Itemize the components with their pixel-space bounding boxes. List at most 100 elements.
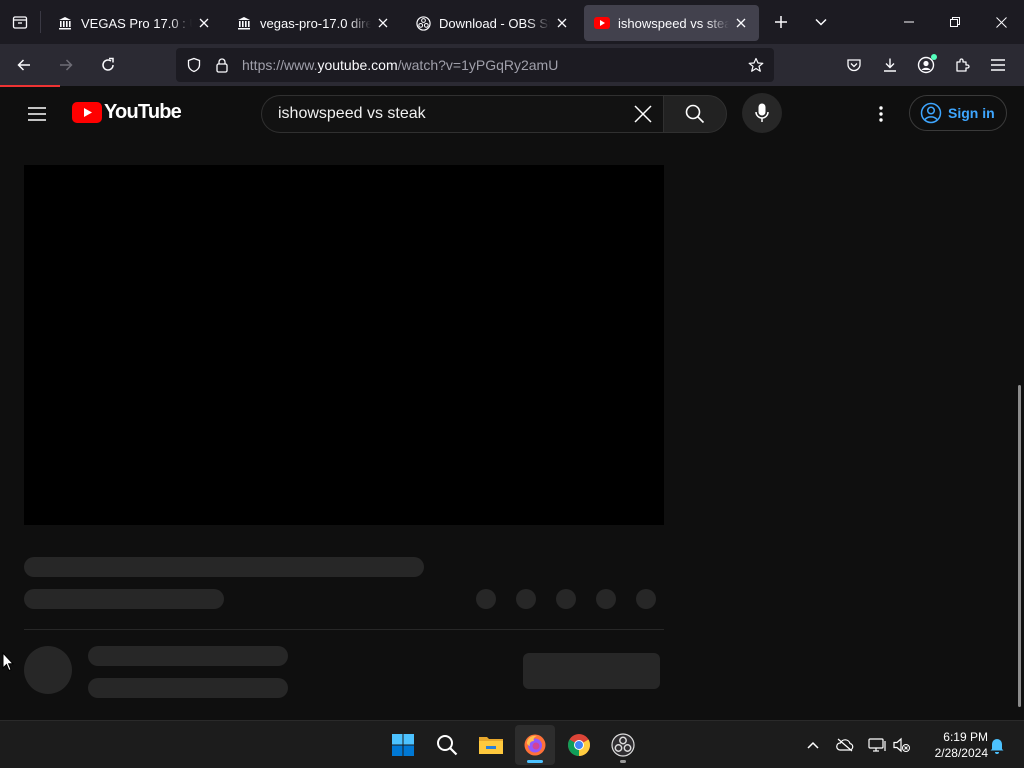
list-all-tabs-button[interactable] (801, 0, 841, 44)
bookmark-star-icon[interactable] (742, 48, 770, 82)
close-window-button[interactable] (978, 0, 1024, 44)
video-player[interactable] (24, 165, 664, 525)
network-tray[interactable] (865, 733, 889, 757)
reload-icon (102, 57, 114, 71)
pocket-button[interactable] (836, 47, 872, 83)
tracking-protection-shield-icon[interactable] (180, 48, 208, 82)
page-scrollbar[interactable] (1018, 385, 1021, 707)
minimize-icon (904, 21, 914, 23)
firefox-view-button[interactable] (0, 0, 40, 44)
search-button[interactable] (663, 95, 727, 133)
youtube-masthead: YouTube Sign in (0, 87, 1024, 141)
close-tab-icon[interactable] (733, 15, 749, 31)
show-hidden-icons-button[interactable] (801, 733, 825, 757)
notifications-button[interactable] (985, 733, 1009, 757)
minimize-button[interactable] (886, 0, 932, 44)
action-skeleton-dot (476, 589, 496, 609)
lock-icon[interactable] (208, 48, 236, 82)
firefox-icon (524, 734, 546, 756)
account-button[interactable] (908, 47, 944, 83)
close-icon (634, 105, 652, 123)
youtube-icon (594, 15, 610, 31)
toolbar-actions (836, 47, 1016, 83)
hamburger-menu-icon (991, 59, 1005, 71)
obs-icon (611, 733, 635, 757)
guide-menu-button[interactable] (20, 97, 54, 131)
chevron-up-icon (807, 741, 819, 749)
metadata-skeleton (24, 589, 224, 609)
app-menu-button[interactable] (980, 47, 1016, 83)
windows-start-icon (392, 734, 414, 756)
clock-date: 2/28/2024 (934, 746, 988, 760)
back-button[interactable] (6, 47, 42, 83)
channel-avatar-skeleton (24, 646, 72, 694)
channel-subs-skeleton (88, 678, 288, 698)
downloads-button[interactable] (872, 47, 908, 83)
close-tab-icon[interactable] (196, 15, 212, 31)
action-skeleton-dot (596, 589, 616, 609)
tab-vegas-pro-unknown[interactable]: VEGAS Pro 17.0 : Unknown (47, 5, 222, 41)
channel-name-skeleton (88, 646, 288, 666)
tab-youtube-active[interactable]: ishowspeed vs steak - YouTube (584, 5, 759, 41)
voice-search-button[interactable] (742, 93, 782, 133)
screen: VEGAS Pro 17.0 : Unknown vegas-pro-17.0 … (0, 0, 1024, 768)
sign-in-label: Sign in (948, 105, 995, 121)
onedrive-tray[interactable] (833, 733, 857, 757)
forward-button[interactable] (48, 47, 84, 83)
restore-button[interactable] (932, 0, 978, 44)
settings-more-button[interactable] (864, 97, 898, 131)
account-circle-icon (920, 102, 942, 124)
search-box (261, 95, 663, 133)
firefox-taskbar-button[interactable] (515, 725, 555, 765)
tab-title: Download - OBS Studio (439, 15, 550, 31)
notification-dot (931, 54, 937, 60)
puzzle-icon (956, 58, 970, 72)
tab-strip: VEGAS Pro 17.0 : Unknown vegas-pro-17.0 … (0, 0, 1024, 44)
pocket-icon (847, 59, 861, 72)
navigation-toolbar: https://www.youtube.com/watch?v=1yPGqRy2… (0, 44, 1024, 86)
url-text[interactable]: https://www.youtube.com/watch?v=1yPGqRy2… (242, 57, 742, 73)
chrome-taskbar-button[interactable] (559, 725, 599, 765)
tab-separator (40, 11, 41, 33)
download-icon (884, 58, 896, 72)
file-explorer-icon (479, 737, 503, 754)
restore-icon (950, 17, 960, 27)
tab-vegas-pro-directory[interactable]: vegas-pro-17.0 directory (226, 5, 401, 41)
chrome-icon (568, 734, 590, 756)
onedrive-offline-icon (836, 738, 854, 752)
running-app-indicator (620, 760, 626, 763)
firefox-view-icon (12, 16, 28, 29)
search-icon (685, 104, 705, 124)
search-input[interactable] (278, 105, 623, 123)
close-tab-icon[interactable] (554, 15, 570, 31)
microphone-icon (755, 103, 769, 122)
youtube-wordmark: YouTube (104, 101, 182, 123)
sign-in-button[interactable]: Sign in (909, 95, 1007, 131)
more-vertical-icon (879, 106, 883, 122)
archive-icon (57, 15, 73, 31)
action-skeleton-dot (556, 589, 576, 609)
volume-tray[interactable] (890, 733, 914, 757)
search-icon (437, 735, 458, 756)
system-clock[interactable]: 6:19 PM 2/28/2024 (918, 729, 988, 761)
speaker-muted-icon (893, 737, 910, 753)
archive-icon (236, 15, 252, 31)
url-bar[interactable]: https://www.youtube.com/watch?v=1yPGqRy2… (176, 48, 774, 82)
tab-obs-download[interactable]: Download - OBS Studio (405, 5, 580, 41)
file-explorer-button[interactable] (471, 725, 511, 765)
close-tab-icon[interactable] (375, 15, 391, 31)
url-prefix: https://www. (242, 57, 318, 73)
windows-taskbar: 6:19 PM 2/28/2024 (0, 720, 1024, 768)
start-button[interactable] (383, 725, 423, 765)
taskbar-search-button[interactable] (427, 725, 467, 765)
divider (24, 629, 664, 630)
active-app-indicator (527, 760, 543, 763)
reload-button[interactable] (90, 47, 126, 83)
extensions-button[interactable] (944, 47, 980, 83)
search-bar (261, 95, 727, 133)
url-path: /watch?v=1yPGqRy2amU (397, 57, 559, 73)
youtube-logo[interactable]: YouTube (72, 101, 182, 124)
obs-taskbar-button[interactable] (603, 725, 643, 765)
new-tab-button[interactable] (761, 0, 801, 44)
clear-search-button[interactable] (623, 96, 663, 132)
